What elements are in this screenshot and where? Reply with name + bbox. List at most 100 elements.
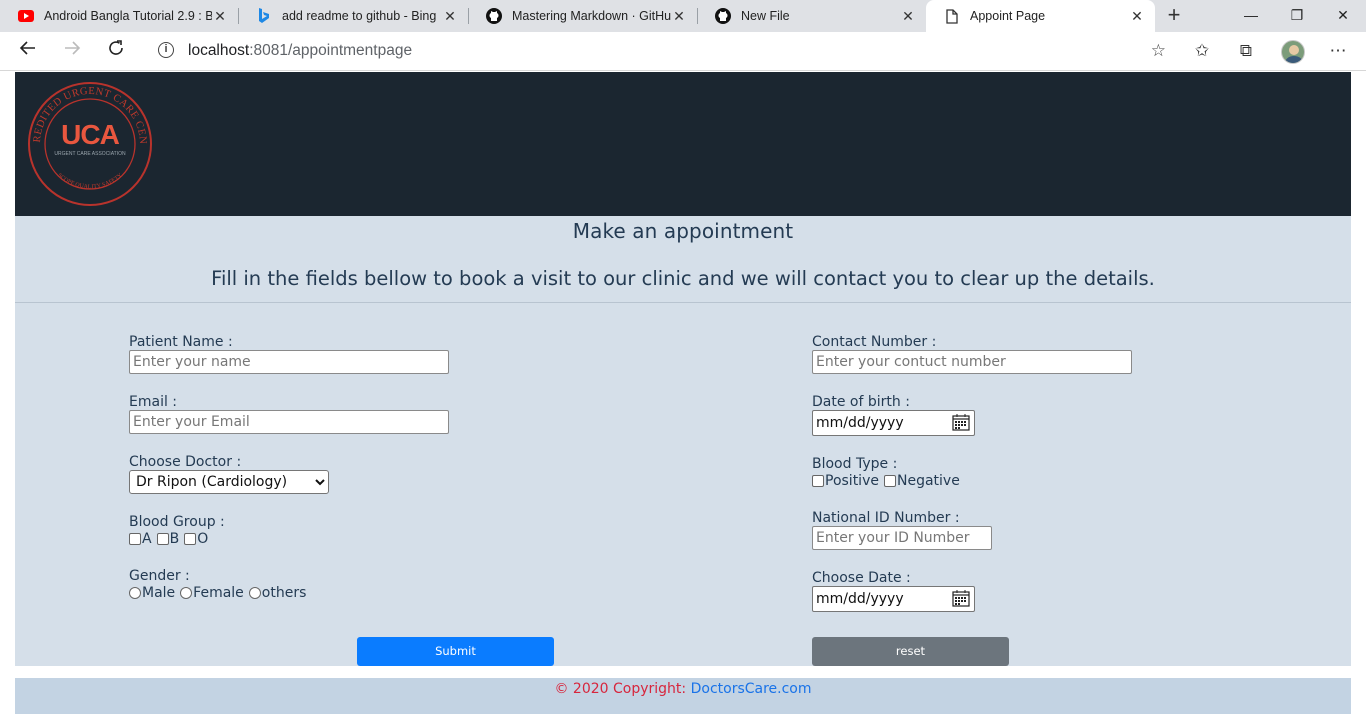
tab-title: add readme to github - Bing — [282, 9, 437, 23]
gender-female-label: Female — [193, 585, 244, 601]
appointment-form: Make an appointment Fill in the fields b… — [15, 216, 1351, 666]
close-window-button[interactable]: ✕ — [1320, 0, 1366, 32]
restore-button[interactable]: ❐ — [1274, 0, 1320, 32]
tab-bing[interactable]: add readme to github - Bing ✕ — [238, 0, 468, 32]
contact-label: Contact Number : — [812, 334, 937, 350]
date-group: Choose Date : mm/dd/yyyy — [812, 570, 975, 612]
reset-button[interactable]: reset — [812, 637, 1009, 666]
dob-group: Date of birth : mm/dd/yyyy — [812, 394, 975, 436]
tab-title: New File — [741, 9, 790, 23]
blood-group-b-checkbox[interactable] — [156, 533, 169, 545]
logo-sub-text: URGENT CARE ASSOCIATION — [54, 151, 126, 157]
svg-text:SCOPE QUALITY SAFETY: SCOPE QUALITY SAFETY — [56, 172, 124, 190]
contact-group: Contact Number : — [812, 334, 1132, 374]
gender-others-label: others — [261, 585, 307, 601]
site-info-icon[interactable]: i — [158, 42, 174, 58]
blood-group-group: Blood Group : A B O — [129, 514, 225, 547]
collections-icon[interactable]: ⧉ — [1234, 40, 1258, 64]
date-label: Choose Date : — [812, 570, 911, 586]
github-icon — [486, 8, 502, 24]
appointment-date-text: mm/dd/yyyy — [816, 591, 904, 607]
doctor-select[interactable]: Dr Ripon (Cardiology) — [129, 470, 329, 494]
gender-label: Gender : — [129, 568, 190, 584]
url-text[interactable]: localhost:8081/appointmentpage — [188, 42, 412, 60]
copyright-text: © 2020 Copyright: — [554, 681, 691, 697]
logo-bottom-text: SCOPE QUALITY SAFETY — [56, 172, 124, 190]
nid-group: National ID Number : — [812, 510, 992, 550]
back-arrow-icon — [19, 41, 35, 55]
email-input[interactable] — [129, 410, 449, 434]
tab-new-file[interactable]: New File ✕ — [697, 0, 926, 32]
page-icon — [944, 8, 960, 24]
blood-group-label: Blood Group : — [129, 514, 225, 530]
page-subtitle: Fill in the fields bellow to book a visi… — [211, 267, 1155, 290]
gender-male-label: Male — [142, 585, 176, 601]
tab-youtube[interactable]: Android Bangla Tutorial 2.9 : Bu ✕ — [0, 0, 238, 32]
doctor-group: Choose Doctor : Dr Ripon (Cardiology) — [129, 454, 329, 494]
forward-button[interactable] — [58, 38, 86, 66]
blood-group-a-label: A — [142, 531, 152, 547]
contact-input[interactable] — [812, 350, 1132, 374]
gender-others-radio[interactable] — [248, 587, 261, 599]
minimize-button[interactable]: — — [1228, 0, 1274, 32]
tab-title: Mastering Markdown · GitHub — [512, 9, 671, 23]
patient-name-input[interactable] — [129, 350, 449, 374]
browser-tab-bar: Android Bangla Tutorial 2.9 : Bu ✕ add r… — [0, 0, 1366, 32]
logo-letters: UCA — [61, 119, 119, 150]
blood-type-positive-label: Positive — [825, 473, 879, 489]
tab-title: Appoint Page — [970, 9, 1046, 23]
blood-type-negative-label: Negative — [896, 473, 960, 489]
blood-group-o-label: O — [197, 531, 209, 547]
gender-group: Gender : Male Female others — [129, 568, 308, 601]
bing-icon — [256, 8, 272, 24]
dob-date-input[interactable]: mm/dd/yyyy — [812, 410, 975, 436]
footer-site-link[interactable]: DoctorsCare.com — [691, 681, 812, 697]
new-tab-button[interactable]: + — [1163, 4, 1185, 28]
forward-arrow-icon — [65, 41, 81, 55]
site-header: ACCREDITED URGENT CARE CENTER SCOPE QUAL… — [15, 72, 1351, 216]
browser-toolbar: i localhost:8081/appointmentpage ☆ ✩ ⧉ ⋯ — [0, 32, 1366, 71]
nid-label: National ID Number : — [812, 510, 960, 526]
back-button[interactable] — [14, 38, 42, 66]
tab-title: Android Bangla Tutorial 2.9 : Bu — [44, 9, 212, 23]
close-tab-icon[interactable]: ✕ — [671, 8, 687, 25]
footer: © 2020 Copyright: DoctorsCare.com — [15, 678, 1351, 714]
more-menu-icon[interactable]: ⋯ — [1326, 40, 1350, 64]
blood-group-o-checkbox[interactable] — [184, 533, 197, 545]
close-tab-icon[interactable]: ✕ — [1129, 8, 1145, 25]
dob-date-text: mm/dd/yyyy — [816, 415, 904, 431]
blood-type-negative-checkbox[interactable] — [883, 475, 896, 487]
nid-input[interactable] — [812, 526, 992, 550]
gender-male-radio[interactable] — [129, 587, 141, 599]
avatar[interactable] — [1281, 40, 1305, 64]
calendar-icon[interactable] — [952, 590, 970, 607]
submit-button[interactable]: Submit — [357, 637, 554, 666]
address-bar[interactable]: i localhost:8081/appointmentpage ☆ — [144, 35, 1174, 67]
tab-github-markdown[interactable]: Mastering Markdown · GitHub ✕ — [468, 0, 697, 32]
email-group: Email : — [129, 394, 449, 434]
close-tab-icon[interactable]: ✕ — [442, 8, 458, 25]
blood-type-positive-checkbox[interactable] — [812, 475, 824, 487]
appointment-date-input[interactable]: mm/dd/yyyy — [812, 586, 975, 612]
url-host: localhost — [188, 42, 250, 59]
reload-button[interactable] — [102, 38, 130, 66]
uca-logo: ACCREDITED URGENT CARE CENTER SCOPE QUAL… — [26, 80, 152, 206]
youtube-icon — [18, 8, 34, 24]
blood-type-group: Blood Type : Positive Negative — [812, 456, 962, 489]
url-path: :8081/appointmentpage — [249, 42, 413, 59]
favorites-icon[interactable]: ✩ — [1190, 40, 1214, 64]
close-tab-icon[interactable]: ✕ — [212, 8, 228, 25]
patient-name-label: Patient Name : — [129, 334, 233, 350]
tab-appoint-page[interactable]: Appoint Page ✕ — [926, 0, 1155, 32]
calendar-icon[interactable] — [952, 414, 970, 431]
github-icon — [715, 8, 731, 24]
blood-group-b-label: B — [169, 531, 180, 547]
scrollbar[interactable] — [1351, 72, 1366, 728]
patient-name-group: Patient Name : — [129, 334, 449, 374]
close-tab-icon[interactable]: ✕ — [900, 8, 916, 25]
add-favorite-icon[interactable]: ☆ — [1151, 41, 1166, 61]
email-label: Email : — [129, 394, 178, 410]
divider — [15, 302, 1351, 303]
gender-female-radio[interactable] — [180, 587, 193, 599]
blood-group-a-checkbox[interactable] — [129, 533, 141, 545]
